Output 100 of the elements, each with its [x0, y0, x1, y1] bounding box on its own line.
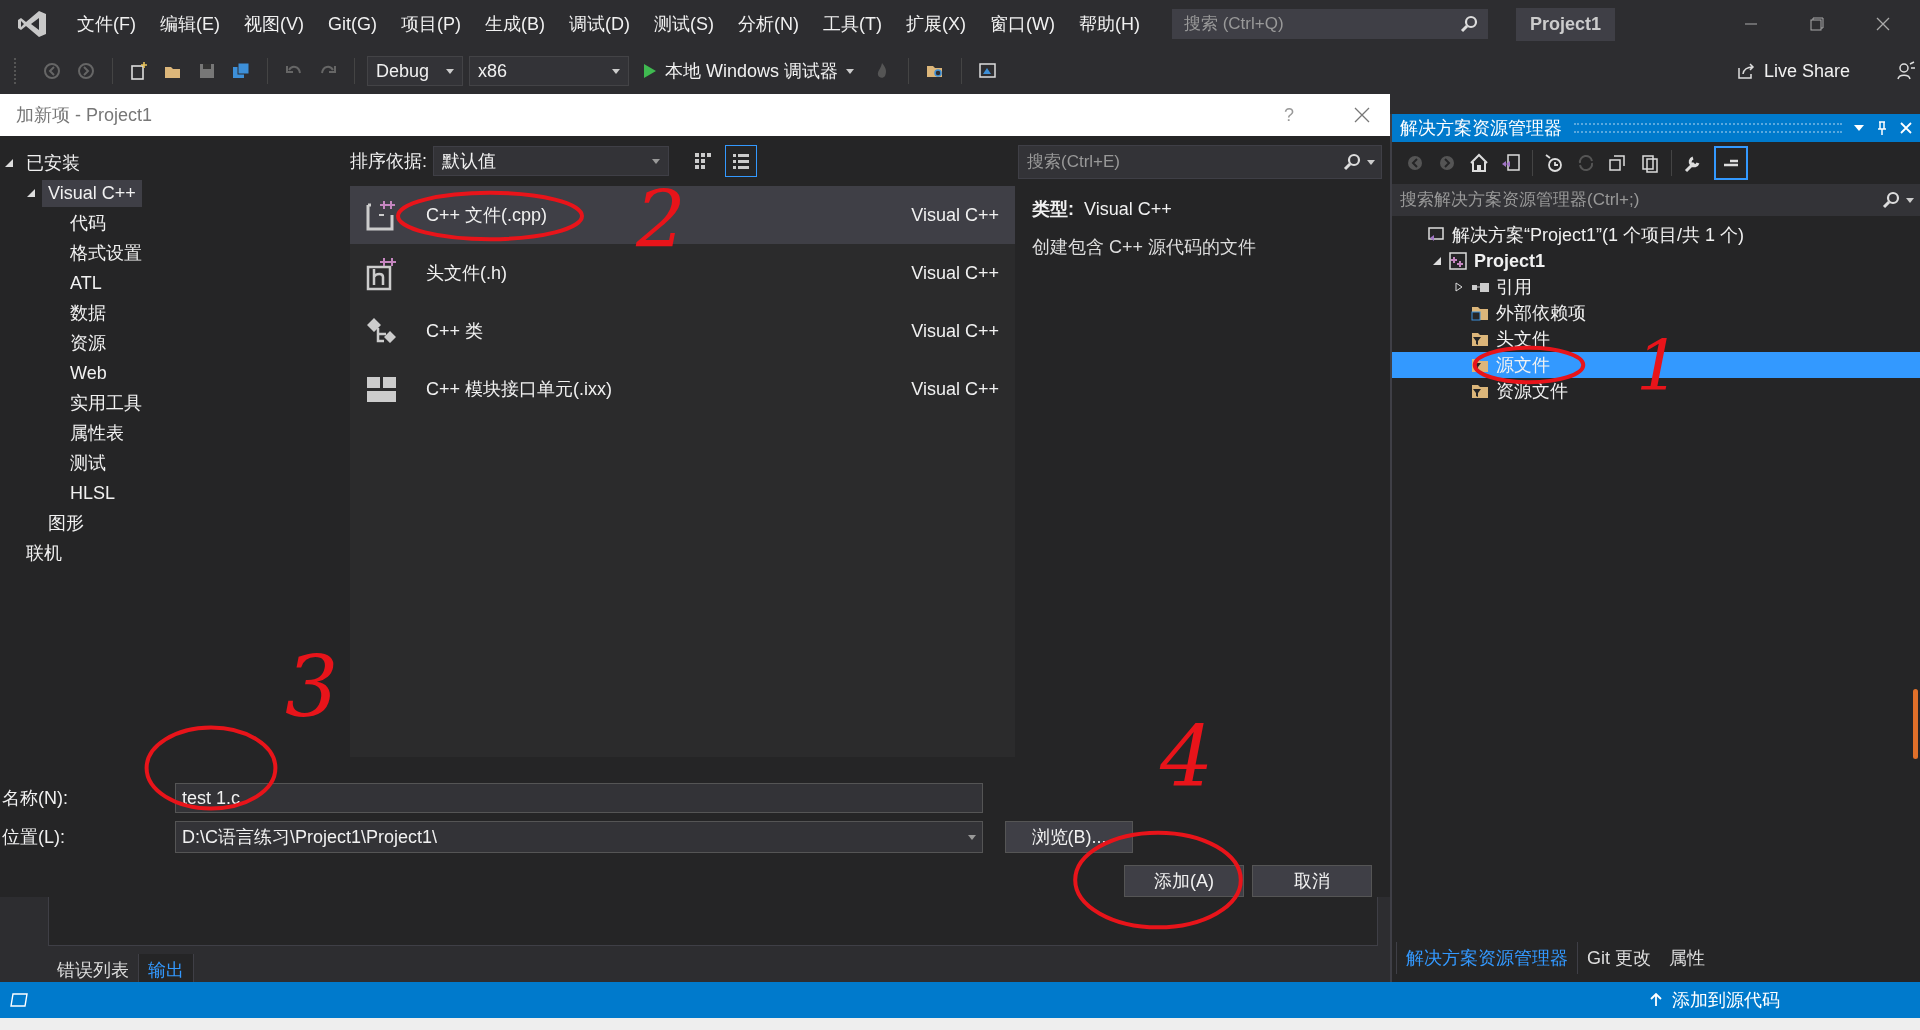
panel-tab[interactable]: 错误列表: [48, 954, 138, 986]
tree-item[interactable]: Visual C++: [42, 179, 142, 207]
tree-item[interactable]: HLSL: [64, 479, 122, 507]
tree-item[interactable]: 引用: [1392, 274, 1920, 300]
panel-tab[interactable]: 解决方案资源管理器: [1396, 942, 1578, 974]
tree-item-label: Project1: [1474, 250, 1546, 272]
collapsed-arrow-icon[interactable]: [1454, 282, 1464, 292]
location-dropdown[interactable]: D:\C语言练习\Project1\Project1\: [175, 821, 983, 853]
search-field[interactable]: 搜索 (Ctrl+Q): [1171, 9, 1488, 39]
pin-icon[interactable]: [1876, 121, 1888, 135]
menu-item[interactable]: 视图(V): [232, 12, 316, 36]
tree-item[interactable]: Project1: [1392, 248, 1920, 274]
menu-item[interactable]: 编辑(E): [148, 12, 232, 36]
tree-item[interactable]: ATL: [64, 269, 108, 297]
dropdown-arrow-icon: [968, 834, 976, 840]
tree-item[interactable]: 联机: [20, 538, 68, 568]
search-input[interactable]: 搜索解决方案资源管理器(Ctrl+;): [1398, 187, 1876, 213]
copy-icon[interactable]: [1639, 152, 1661, 174]
dropdown-arrow-icon: [652, 158, 660, 164]
history-icon[interactable]: [1543, 152, 1565, 174]
expanded-arrow-icon[interactable]: [26, 188, 36, 198]
switch-views-icon[interactable]: [1500, 152, 1522, 174]
tree-item[interactable]: 数据: [64, 298, 112, 328]
search-input[interactable]: 搜索(Ctrl+E): [1025, 149, 1337, 175]
close-icon[interactable]: [1354, 107, 1370, 123]
name-input[interactable]: test 1.c: [175, 783, 983, 813]
tree-item[interactable]: 测试: [64, 448, 112, 478]
live-share-button[interactable]: Live Share: [1729, 59, 1856, 83]
menu-item[interactable]: 文件(F): [65, 12, 148, 36]
list-view-button[interactable]: [725, 145, 757, 177]
back-icon[interactable]: [42, 61, 62, 81]
save-icon[interactable]: [197, 61, 217, 81]
template-item[interactable]: C++ 类 Visual C++: [350, 302, 1015, 360]
home-icon[interactable]: [1468, 152, 1490, 174]
sort-label: 排序依据:: [350, 150, 427, 173]
menu-item[interactable]: 调试(D): [557, 12, 642, 36]
template-category: Visual C++: [911, 204, 999, 226]
dropdown-arrow-icon: [612, 68, 620, 74]
restore-icon[interactable]: [1810, 17, 1824, 31]
template-item[interactable]: C++ 模块接口单元(.ixx) Visual C++: [350, 360, 1015, 418]
tree-item[interactable]: 代码: [64, 208, 112, 238]
source-control-status[interactable]: 添加到源代码: [1672, 988, 1780, 1012]
panel-tab[interactable]: 属性: [1660, 942, 1714, 974]
project-name: Project1: [1515, 7, 1615, 41]
expanded-arrow-icon[interactable]: [1432, 256, 1442, 266]
template-name: C++ 类: [426, 320, 485, 343]
cancel-button[interactable]: 取消: [1252, 865, 1372, 897]
search-field[interactable]: 搜索(Ctrl+E): [1018, 145, 1382, 179]
feedback-icon[interactable]: [1896, 61, 1916, 81]
tree-item[interactable]: 资源: [64, 328, 112, 358]
share-icon: [1735, 62, 1756, 80]
tree-item[interactable]: 实用工具: [64, 388, 148, 418]
app-logo-icon[interactable]: [17, 9, 47, 39]
tree-item-label: 引用: [1496, 276, 1532, 299]
configuration-dropdown[interactable]: Debug: [367, 56, 463, 86]
screenshot-icon[interactable]: [978, 61, 999, 81]
tree-item-label: 解决方案“Project1”(1 个项目/共 1 个): [1452, 224, 1745, 247]
preview-toggle-icon[interactable]: [1714, 146, 1748, 180]
browse-button[interactable]: 浏览(B)...: [1005, 821, 1133, 853]
add-button[interactable]: 添加(A): [1124, 865, 1244, 897]
dropdown-arrow-icon[interactable]: [1854, 125, 1864, 131]
type-value: Visual C++: [1084, 199, 1172, 219]
expanded-arrow-icon[interactable]: [4, 158, 14, 168]
template-category: Visual C++: [911, 262, 999, 284]
location-label: 位置(L):: [1, 826, 66, 849]
tree-item[interactable]: 图形: [42, 508, 90, 538]
platform-dropdown[interactable]: x86: [469, 56, 629, 86]
sort-dropdown[interactable]: 默认值: [433, 146, 669, 176]
tree-item[interactable]: 外部依赖项: [1392, 300, 1920, 326]
forward-icon[interactable]: [76, 61, 96, 81]
save-all-icon[interactable]: [231, 61, 251, 81]
tree-item[interactable]: 格式设置: [64, 238, 148, 268]
tree-item[interactable]: Web: [64, 359, 113, 387]
tree-item[interactable]: 解决方案“Project1”(1 个项目/共 1 个): [1392, 222, 1920, 248]
dropdown-arrow-icon: [1906, 197, 1914, 203]
panel-tab[interactable]: Git 更改: [1578, 942, 1660, 974]
tree-item[interactable]: 属性表: [64, 418, 130, 448]
close-icon[interactable]: [1876, 17, 1890, 31]
tree-item[interactable]: 已安装: [20, 148, 86, 178]
menu-item[interactable]: 项目(P): [389, 12, 473, 36]
menu-item[interactable]: Git(G): [316, 13, 389, 35]
menu-item[interactable]: 扩展(X): [893, 12, 978, 36]
start-debugging-button[interactable]: 本地 Windows 调试器: [635, 59, 863, 83]
search-input[interactable]: 搜索 (Ctrl+Q): [1181, 11, 1460, 37]
new-item-icon[interactable]: [129, 61, 149, 81]
template-name: 头文件(.h): [426, 262, 508, 285]
panel-icon: [10, 993, 28, 1007]
menu-item[interactable]: 测试(S): [642, 12, 726, 36]
search-field[interactable]: 搜索解决方案资源管理器(Ctrl+;): [1392, 184, 1920, 216]
search-icon: [1882, 191, 1900, 209]
dropdown-arrow-icon: [846, 68, 855, 74]
menu-item[interactable]: 窗口(W): [977, 12, 1067, 36]
up-arrow-icon[interactable]: [1650, 993, 1662, 1007]
menu-item[interactable]: 工具(T): [811, 12, 894, 36]
menu-item[interactable]: 生成(B): [473, 12, 557, 36]
menu-item[interactable]: 帮助(H): [1066, 12, 1152, 36]
type-label: 类型:: [1032, 199, 1074, 219]
annotation-number: 4: [1160, 715, 1214, 799]
menu-item[interactable]: 分析(N): [726, 12, 811, 36]
panel-title: 解决方案资源管理器: [1400, 117, 1562, 140]
